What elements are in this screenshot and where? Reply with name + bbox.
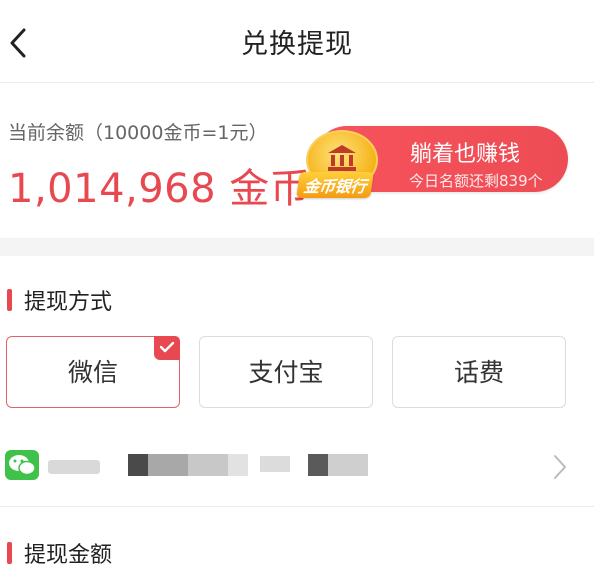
chevron-right-icon bbox=[554, 455, 566, 479]
balance-label: 当前余额（10000金币=1元） bbox=[8, 122, 268, 144]
withdraw-amount-title: 提现金额 bbox=[24, 543, 113, 568]
page-title: 兑换提现 bbox=[241, 29, 353, 60]
bank-building-icon bbox=[328, 145, 356, 171]
nav-bar: 兑换提现 bbox=[0, 0, 594, 83]
balance-value: 1,014,968 金币 bbox=[8, 166, 311, 212]
account-row[interactable] bbox=[0, 430, 594, 507]
withdraw-method-title: 提现方式 bbox=[24, 290, 113, 315]
gold-bank-headline: 躺着也赚钱 bbox=[410, 142, 521, 167]
gold-bank-banner[interactable]: 躺着也赚钱 今日名额还剩839个 金币银行 bbox=[296, 122, 570, 198]
section-accent-bar bbox=[7, 542, 12, 564]
method-option-phone-credit[interactable]: 话费 bbox=[392, 336, 566, 408]
method-option-label: 话费 bbox=[453, 358, 504, 387]
section-accent-bar bbox=[7, 289, 12, 311]
wechat-icon bbox=[5, 450, 39, 480]
gold-bank-badge: 金币银行 bbox=[296, 172, 374, 198]
method-option-wechat[interactable]: 微信 bbox=[6, 336, 180, 408]
masked-account-info bbox=[48, 454, 378, 476]
gold-bank-subline: 今日名额还剩839个 bbox=[409, 172, 543, 190]
section-divider bbox=[0, 238, 594, 256]
selected-check-icon bbox=[154, 336, 180, 360]
method-option-label: 支付宝 bbox=[248, 358, 324, 387]
method-option-alipay[interactable]: 支付宝 bbox=[199, 336, 373, 408]
method-option-label: 微信 bbox=[67, 358, 118, 387]
